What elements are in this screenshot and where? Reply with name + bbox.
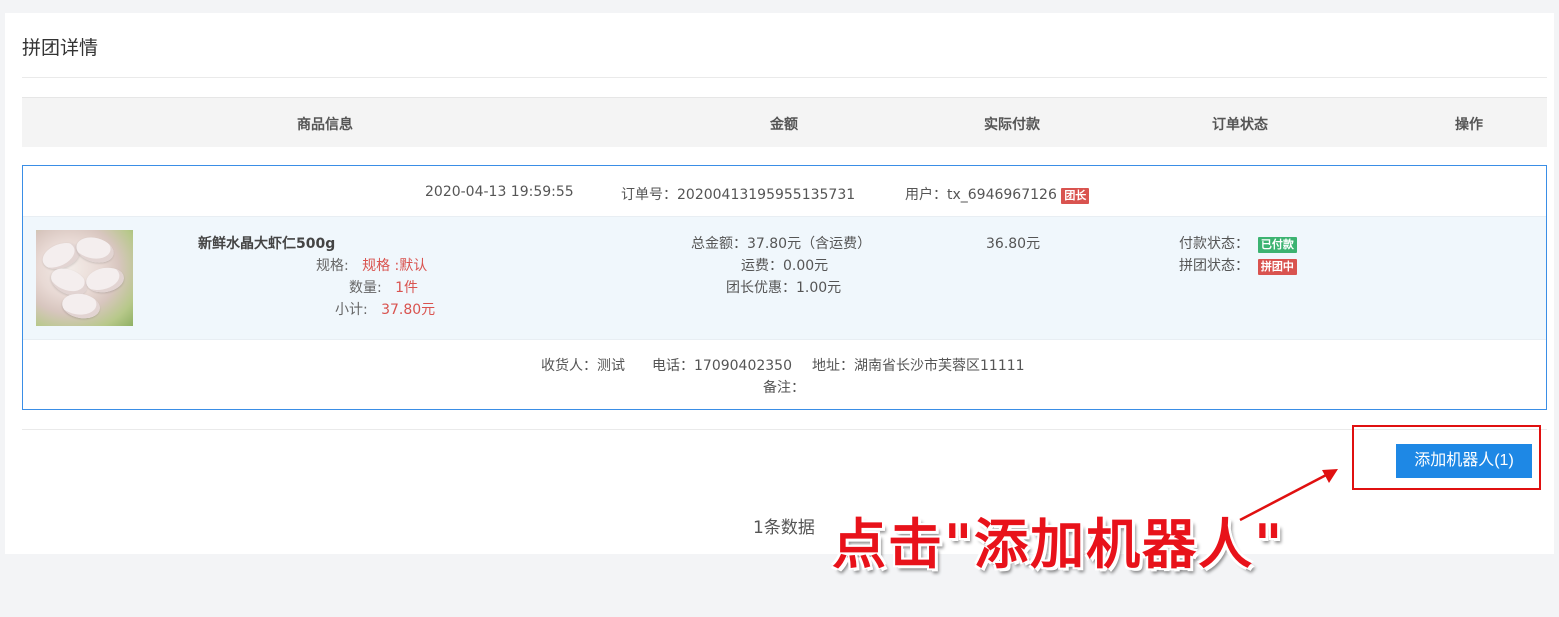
header-amount: 金额 [770, 117, 798, 133]
product-subtotal: 小计: 37.80元 [335, 299, 435, 319]
subtotal-label: 小计: [335, 302, 368, 318]
order-recipient-row: 收货人：测试 电话：17090402350 地址：湖南省长沙市芙蓉区11111 … [23, 341, 1546, 411]
product-quantity: 数量: 1件 [349, 277, 418, 297]
actual-paid: 36.80元 [986, 236, 1041, 252]
annotation-highlight-box [1352, 425, 1541, 490]
order-number-value: 20200413195955135731 [677, 187, 856, 203]
order-number-label: 订单号： [621, 187, 677, 203]
group-status: 拼团状态： 拼团中 [1179, 255, 1297, 275]
spec-value: 规格 :默认 [362, 258, 428, 274]
total-amount: 总金额：37.80元（含运费） [691, 236, 872, 252]
qty-label: 数量: [349, 280, 382, 296]
leader-discount: 团长优惠：1.00元 [726, 280, 842, 296]
order-card: 2020-04-13 19:59:55 订单号：2020041319595513… [22, 165, 1547, 410]
product-thumbnail[interactable] [36, 230, 133, 326]
product-name: 新鲜水晶大虾仁500g [198, 236, 336, 252]
order-number: 订单号：20200413195955135731 [621, 184, 855, 204]
receiver-name: 收货人：测试 [541, 358, 625, 374]
payment-status-label: 付款状态： [1179, 236, 1249, 252]
order-meta-row: 2020-04-13 19:59:55 订单号：2020041319595513… [23, 166, 1546, 217]
header-actual-payment: 实际付款 [984, 117, 1040, 133]
group-status-label: 拼团状态： [1179, 258, 1249, 274]
record-count: 1条数据 [753, 518, 815, 538]
leader-badge: 团长 [1061, 188, 1090, 204]
payment-status-badge: 已付款 [1257, 237, 1297, 253]
table-header: 商品信息 金额 实际付款 订单状态 操作 [22, 97, 1547, 147]
order-user-label: 用户： [905, 187, 947, 203]
subtotal-value: 37.80元 [381, 302, 436, 318]
order-user-value: tx_6946967126 [947, 187, 1057, 203]
header-product-info: 商品信息 [297, 117, 353, 133]
order-datetime: 2020-04-13 19:59:55 [425, 184, 574, 200]
group-status-badge: 拼团中 [1257, 259, 1297, 275]
header-operation: 操作 [1455, 117, 1483, 133]
product-spec: 规格: 规格 :默认 [316, 255, 427, 275]
qty-value: 1件 [395, 280, 418, 296]
order-product-row: 新鲜水晶大虾仁500g 规格: 规格 :默认 数量: 1件 小计: 37.80元… [23, 217, 1546, 340]
payment-status: 付款状态： 已付款 [1179, 233, 1297, 253]
receiver-address: 地址：湖南省长沙市芙蓉区11111 [812, 358, 1025, 374]
title-divider [22, 77, 1547, 78]
spec-label: 规格: [316, 258, 349, 274]
order-user: 用户：tx_6946967126 团长 [905, 184, 1090, 204]
annotation-text: 点击"添加机器人" [832, 513, 1285, 576]
header-order-status: 订单状态 [1212, 117, 1268, 133]
receiver-phone: 电话：17090402350 [652, 358, 792, 374]
footer-divider [22, 429, 1547, 430]
page-title: 拼团详情 [22, 37, 99, 59]
shipping-fee: 运费：0.00元 [741, 258, 829, 274]
order-remark: 备注： [763, 380, 805, 396]
